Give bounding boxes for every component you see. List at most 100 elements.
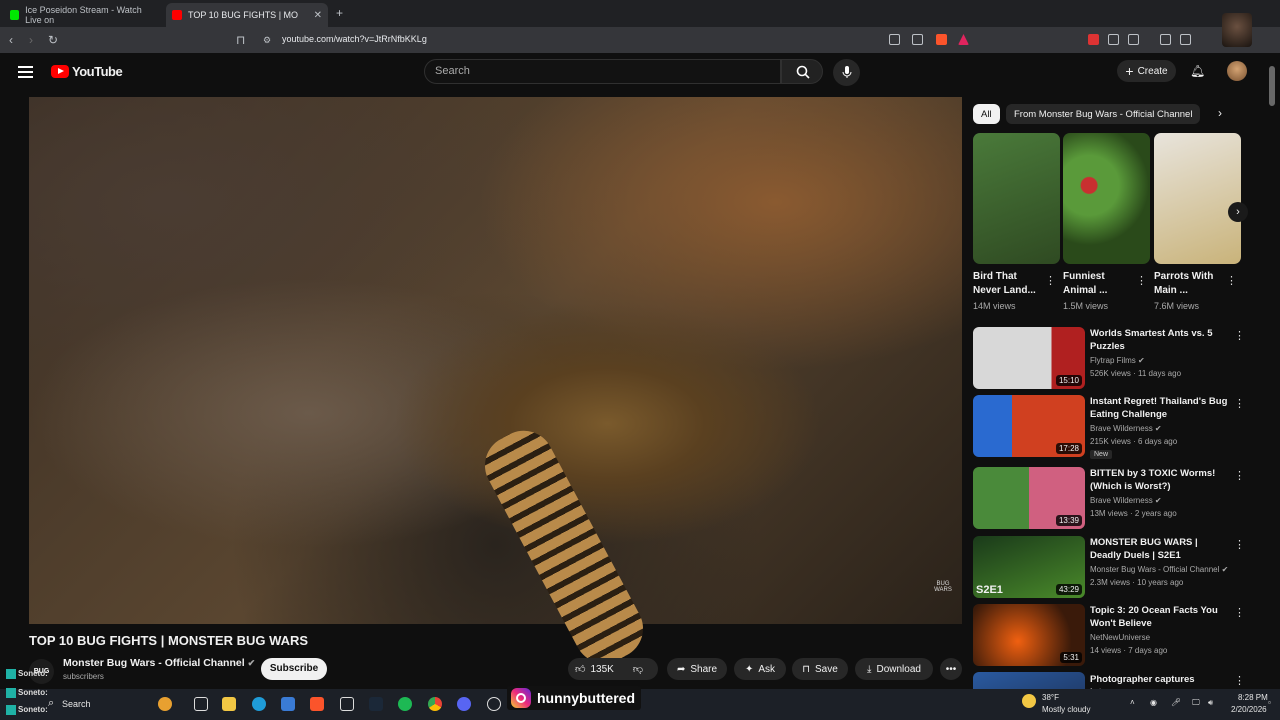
tab-youtube[interactable]: TOP 10 BUG FIGHTS | MONST ✕ [166,3,328,27]
obs-icon[interactable] [487,697,501,711]
notifications-icon[interactable]: ▫ [1268,698,1271,707]
short-title-2[interactable]: Funniest Animal ... [1063,270,1135,298]
video-thumbnail[interactable]: 5:31 [973,604,1085,666]
more-vertical-icon[interactable]: ⋮ [1234,397,1245,410]
weather-description[interactable]: Mostly cloudy [1042,705,1090,714]
share-page-icon[interactable] [912,34,923,45]
ask-button[interactable]: ✦ Ask [734,658,786,680]
like-button[interactable]: 👍︎ 135K [575,663,614,676]
recommendation-title[interactable]: Worlds Smartest Ants vs. 5 Puzzles [1090,327,1228,353]
account-avatar[interactable] [1227,61,1247,81]
more-vertical-icon[interactable]: ⋮ [1234,329,1245,342]
recommendation-item[interactable]: S2E1 43:29 MONSTER BUG WARS | Deadly Due… [973,536,1263,598]
recommendation-item[interactable]: Photographer captures intense ⋮ [973,672,1263,689]
show-hidden-icons[interactable]: ˄ [1130,698,1135,707]
clock-date[interactable]: 2/20/2026 [1231,705,1267,714]
chip-all[interactable]: All [973,104,1000,124]
short-thumbnail-2[interactable] [1063,133,1150,264]
page-scrollbar[interactable] [1269,66,1275,676]
share-button[interactable]: ➦ Share [667,658,727,680]
scrollbar-thumb[interactable] [1269,66,1275,106]
extension-puzzle-icon[interactable] [1108,34,1119,45]
store-icon[interactable] [281,697,295,711]
short-thumbnail-1[interactable] [973,133,1060,264]
more-vertical-icon[interactable]: ⋮ [1234,674,1245,687]
tray-app-icon[interactable]: ◉ [1150,698,1157,707]
recommendation-title[interactable]: MONSTER BUG WARS | Deadly Duels | S2E1 [1090,536,1228,562]
reload-icon[interactable]: ↻ [48,33,58,47]
recommendation-title[interactable]: BITTEN by 3 TOXIC Worms! (Which is Worst… [1090,467,1228,493]
weather-icon[interactable] [1022,694,1036,708]
back-icon[interactable]: ‹ [9,33,13,47]
close-tab-icon[interactable]: ✕ [314,10,322,21]
recommendation-item[interactable]: 13:39 BITTEN by 3 TOXIC Worms! (Which is… [973,467,1263,529]
task-view-icon[interactable] [194,697,208,711]
network-icon[interactable]: 🖵︎ [1192,698,1200,708]
discord-icon[interactable] [457,697,471,711]
clock-time[interactable]: 8:28 PM [1238,693,1268,702]
taskbar-search-icon[interactable]: ⌕ [48,697,54,710]
taskbar-search[interactable]: Search [62,699,91,709]
capcut-icon[interactable] [340,697,354,711]
recommendation-channel[interactable]: Flytrap Films ✔ [1090,356,1145,365]
recommendation-title[interactable]: Instant Regret! Thailand's Bug Eating Ch… [1090,395,1228,421]
widgets-icon[interactable] [158,697,172,711]
more-vertical-icon[interactable]: ⋮ [1234,538,1245,551]
video-thumbnail[interactable]: 15:10 [973,327,1085,389]
shorts-next-button[interactable]: › [1228,202,1248,222]
video-thumbnail[interactable] [973,672,1085,689]
forward-icon[interactable]: › [29,33,33,47]
recommendation-item[interactable]: 5:31 Topic 3: 20 Ocean Facts You Won't B… [973,604,1263,666]
video-thumbnail[interactable]: S2E1 43:29 [973,536,1085,598]
create-button[interactable]: + Create [1117,60,1176,82]
subscribe-button[interactable]: Subscribe [261,658,327,680]
recommendation-channel[interactable]: Brave Wilderness ✔ [1090,424,1162,433]
spotify-icon[interactable] [398,697,412,711]
recommendation-title[interactable]: Photographer captures intense [1090,673,1228,689]
microphone-tray-icon[interactable]: 🎤︎ [1171,698,1181,707]
more-vertical-icon[interactable]: ⋮ [1234,606,1245,619]
tab-ice-poseidon[interactable]: Ice Poseidon Stream - Watch Live on [4,3,166,27]
chips-next-icon[interactable]: › [1218,106,1222,120]
edge-icon[interactable] [252,697,266,711]
recommendation-item[interactable]: 17:28 Instant Regret! Thailand's Bug Eat… [973,395,1263,459]
video-player[interactable]: BUG WARS [29,97,962,674]
more-vertical-icon[interactable]: ⋮ [1136,274,1147,287]
search-input[interactable]: Search [424,59,781,84]
volume-icon[interactable]: 🔊︎ [1208,698,1213,708]
short-title-1[interactable]: Bird That Never Land... [973,270,1045,298]
file-explorer-icon[interactable] [222,697,236,711]
chip-from-channel[interactable]: From Monster Bug Wars - Official Channel [1006,104,1201,124]
save-button[interactable]: ⊓ Save [792,658,848,680]
more-vertical-icon[interactable]: ⋮ [1045,274,1056,287]
url-field[interactable]: youtube.com/watch?v=JtRrNfbKKLg [282,34,427,44]
wallet-icon[interactable] [1128,34,1139,45]
extension-red-icon[interactable] [1088,34,1099,45]
weather-temp[interactable]: 38°F [1042,693,1059,702]
steam-icon[interactable] [369,697,383,711]
short-title-3[interactable]: Parrots With Main ... [1154,270,1226,298]
video-thumbnail[interactable]: 13:39 [973,467,1085,529]
media-icon[interactable] [1160,34,1171,45]
recommendation-title[interactable]: Topic 3: 20 Ocean Facts You Won't Believ… [1090,604,1228,630]
youtube-logo[interactable]: YouTube [51,64,123,79]
cast-icon[interactable] [889,34,900,45]
brave-icon[interactable] [310,697,324,711]
dislike-button[interactable]: 👎︎ [633,663,643,675]
more-vertical-icon[interactable]: ⋮ [1226,274,1237,287]
new-tab-button[interactable]: + [336,6,343,20]
sidebar-icon[interactable] [1180,34,1191,45]
site-info-icon[interactable]: ⚙ [263,33,271,47]
more-vertical-icon[interactable]: ⋮ [1234,469,1245,482]
menu-icon[interactable] [18,66,33,78]
notifications-bell-icon[interactable]: 🔔︎ [1190,64,1205,78]
download-button[interactable]: ⤓ Download [855,658,933,680]
more-actions-button[interactable]: ••• [940,658,962,680]
video-thumbnail[interactable]: 17:28 [973,395,1085,457]
recommendation-channel[interactable]: Brave Wilderness ✔ [1090,496,1162,505]
brave-rewards-icon[interactable] [958,34,969,45]
channel-name[interactable]: Monster Bug Wars - Official Channel ✔ [63,657,255,669]
recommendation-channel[interactable]: NetNewUniverse [1090,633,1150,642]
recommendation-channel[interactable]: Monster Bug Wars - Official Channel ✔ [1090,565,1228,574]
bookmark-icon[interactable]: ⊓ [236,33,245,47]
